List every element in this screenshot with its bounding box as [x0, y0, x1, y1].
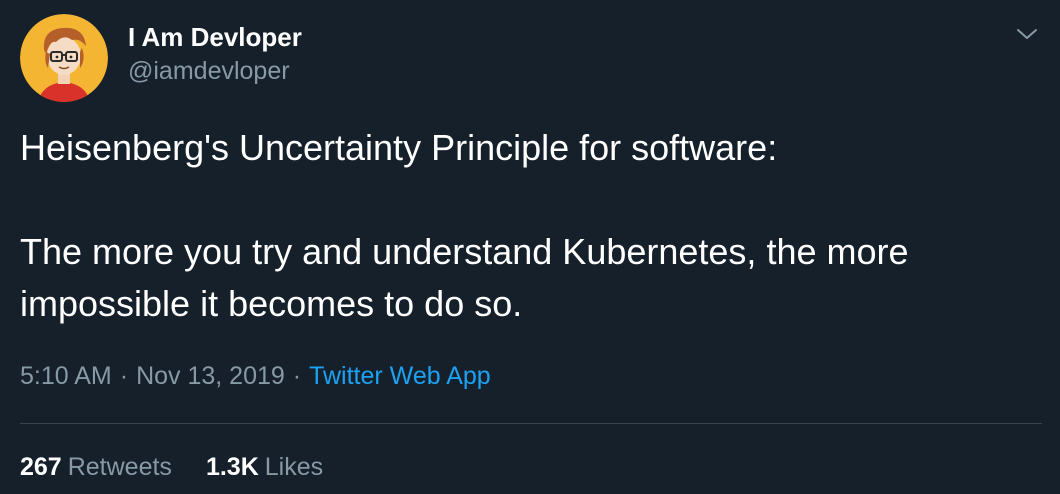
chevron-down-icon [1017, 29, 1037, 39]
retweets-label: Retweets [67, 453, 172, 481]
retweets-count: 267 [20, 453, 62, 481]
tweet-text-blank-line [20, 174, 1030, 226]
retweets-stat[interactable]: 267 Retweets [20, 449, 172, 485]
avatar[interactable] [20, 14, 108, 102]
tweet-text-line: impossible it becomes to do so. [20, 283, 523, 324]
tweet-text-line: Heisenberg's Uncertainty Principle for s… [20, 127, 778, 168]
tweet-text: Heisenberg's Uncertainty Principle for s… [20, 122, 1030, 330]
tweet-date[interactable]: Nov 13, 2019 [136, 362, 285, 390]
tweet-text-line: The more you try and understand Kubernet… [20, 231, 909, 272]
likes-stat[interactable]: 1.3K Likes [206, 449, 323, 485]
meta-separator: · [119, 362, 129, 390]
meta-separator: · [292, 362, 302, 390]
tweet-card: I Am Devloper @iamdevloper Heisenberg's … [0, 0, 1060, 494]
tweet-source-link[interactable]: Twitter Web App [309, 362, 491, 390]
author-handle[interactable]: @iamdevloper [128, 54, 290, 88]
tweet-menu-button[interactable] [1014, 24, 1040, 44]
likes-label: Likes [264, 453, 324, 481]
tweet-time[interactable]: 5:10 AM [20, 362, 112, 390]
divider [20, 423, 1042, 424]
tweet-stats: 267 Retweets 1.3K Likes [20, 449, 357, 485]
likes-count: 1.3K [205, 453, 259, 481]
tweet-meta: 5:10 AM · Nov 13, 2019 · Twitter Web App [20, 358, 491, 394]
cartoon-developer-avatar-icon [20, 14, 108, 102]
author-display-name[interactable]: I Am Devloper [128, 20, 302, 54]
